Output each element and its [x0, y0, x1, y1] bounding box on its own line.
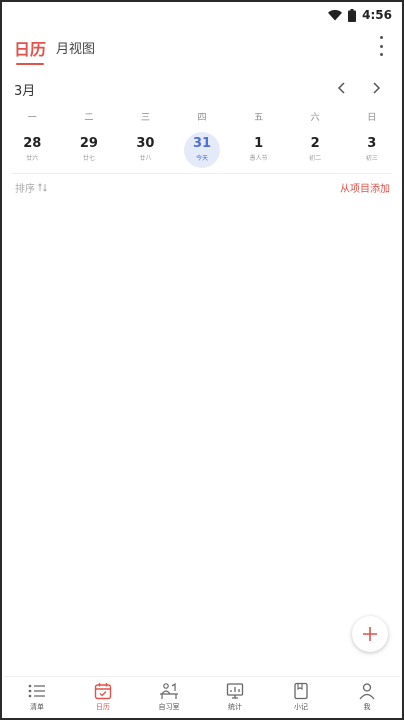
app-frame: 4:56 日历 月视图 3月 一 二 三 四 五 六 日 28 廿六 29 廿七… — [0, 0, 404, 720]
more-options-button[interactable] — [376, 36, 386, 56]
active-tab-indicator — [16, 63, 44, 65]
calendar-icon — [94, 683, 112, 700]
sort-row: 排序 从项目添加 — [4, 178, 400, 196]
header: 日历 月视图 — [4, 30, 400, 70]
add-task-fab[interactable] — [352, 616, 388, 652]
next-week-button[interactable] — [366, 78, 386, 98]
today-label: 今天 — [196, 155, 209, 162]
weekday-label: 三 — [140, 113, 150, 123]
nav-item-study-room[interactable]: 自习室 — [136, 677, 202, 716]
date-cell[interactable]: 1 愚人节 — [230, 132, 287, 172]
weekday-label: 二 — [84, 113, 94, 123]
date-number: 2 — [310, 136, 320, 151]
date-cell[interactable]: 29 廿七 — [61, 132, 118, 172]
list-icon — [28, 684, 45, 698]
date-number: 31 — [192, 136, 212, 151]
nav-item-notes[interactable]: 小记 — [268, 677, 334, 716]
lunar-date-label: 初二 — [309, 155, 322, 162]
current-month-label: 3月 — [14, 84, 36, 99]
date-cell-today[interactable]: 31 今天 — [174, 132, 231, 172]
week-dates-row: 28 廿六 29 廿七 30 廿八 31 今天 1 愚人节 2 初二 3 初三 — [4, 132, 400, 172]
date-number: 30 — [136, 136, 155, 151]
sort-arrows-icon — [38, 183, 47, 192]
weekday-label: 日 — [367, 113, 377, 123]
more-dot-icon — [379, 36, 383, 39]
date-cell[interactable]: 28 廿六 — [4, 132, 61, 172]
prev-week-button[interactable] — [332, 78, 352, 98]
weekday-label: 四 — [197, 113, 207, 123]
date-cell[interactable]: 3 初三 — [343, 132, 400, 172]
date-number: 1 — [254, 136, 264, 151]
study-room-icon — [160, 682, 178, 699]
nav-label: 清单 — [30, 703, 44, 711]
status-time: 4:56 — [362, 8, 392, 22]
divider — [12, 173, 392, 174]
tab-month-view[interactable]: 月视图 — [56, 38, 95, 57]
weekday-label: 一 — [27, 113, 37, 123]
more-dot-icon — [379, 44, 383, 48]
weekday-label: 六 — [310, 113, 320, 123]
date-number: 28 — [23, 136, 42, 151]
date-number: 3 — [367, 136, 377, 151]
note-icon — [294, 682, 308, 700]
profile-icon — [359, 683, 375, 700]
status-bar: 4:56 — [4, 4, 400, 28]
month-row: 3月 — [4, 78, 400, 100]
holiday-label: 愚人节 — [249, 155, 268, 162]
stats-icon — [226, 683, 244, 699]
sort-button[interactable]: 排序 — [15, 180, 47, 195]
nav-label: 我 — [363, 703, 371, 711]
bottom-navigation: 清单 日历 自习室 统计 小记 我 — [4, 676, 400, 716]
lunar-date-label: 廿六 — [26, 155, 39, 162]
status-right: 4:56 — [328, 8, 392, 22]
chevron-left-icon — [337, 82, 345, 94]
date-cell[interactable]: 30 廿八 — [117, 132, 174, 172]
lunar-date-label: 初三 — [365, 155, 378, 162]
nav-item-me[interactable]: 我 — [334, 677, 400, 716]
nav-label: 小记 — [294, 703, 308, 711]
tab-day[interactable]: 日历 — [14, 36, 46, 60]
nav-label: 自习室 — [158, 703, 180, 711]
nav-label: 统计 — [228, 703, 242, 711]
nav-item-calendar[interactable]: 日历 — [70, 677, 136, 716]
lunar-date-label: 廿八 — [139, 155, 152, 162]
add-from-project-link[interactable]: 从项目添加 — [340, 180, 390, 195]
date-number: 29 — [79, 136, 98, 151]
nav-item-list[interactable]: 清单 — [4, 677, 70, 716]
battery-icon — [348, 8, 357, 22]
weekday-label: 五 — [254, 113, 264, 123]
weekday-header-row: 一 二 三 四 五 六 日 — [4, 110, 400, 126]
sort-label: 排序 — [15, 184, 35, 195]
nav-label: 日历 — [96, 703, 110, 711]
more-dot-icon — [379, 53, 383, 56]
wifi-icon — [328, 9, 343, 20]
chevron-right-icon — [373, 82, 381, 94]
plus-icon — [363, 627, 377, 641]
lunar-date-label: 廿七 — [82, 155, 95, 162]
nav-item-stats[interactable]: 统计 — [202, 677, 268, 716]
date-cell[interactable]: 2 初二 — [287, 132, 344, 172]
